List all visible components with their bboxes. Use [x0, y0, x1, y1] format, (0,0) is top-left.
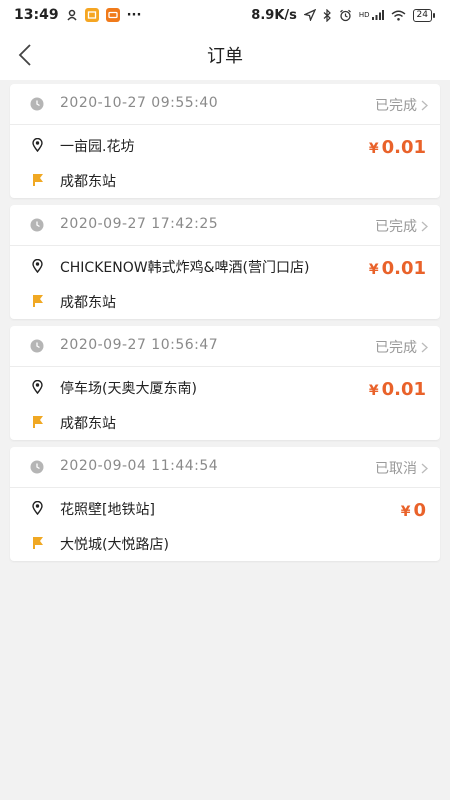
chevron-right-icon	[421, 100, 428, 110]
destination-flag-icon	[33, 295, 43, 307]
order-price: ¥0.01	[369, 379, 426, 400]
signal-icon: HD	[359, 9, 384, 21]
destination-flag-icon	[33, 537, 43, 549]
currency-symbol: ¥	[368, 383, 379, 399]
order-destination: 成都东站	[60, 174, 116, 190]
order-card[interactable]: 2020-09-04 11:44:54 已取消 花照壁[地铁站] 大悦城(大悦路…	[10, 447, 440, 561]
status-time: 13:49	[14, 7, 59, 23]
order-status[interactable]: 已完成	[375, 337, 428, 357]
clock-icon	[30, 97, 44, 111]
order-origin: 停车场(天奥大厦东南)	[60, 381, 197, 397]
order-datetime: 2020-09-04 11:44:54	[60, 458, 219, 474]
order-destination: 大悦城(大悦路店)	[60, 537, 169, 553]
signal-hd-label: HD	[358, 11, 370, 19]
order-origin: 一亩园.花坊	[60, 139, 135, 155]
order-card[interactable]: 2020-10-27 09:55:40 已完成 一亩园.花坊 成都东站 ¥0.0…	[10, 84, 440, 198]
order-status-label: 已取消	[375, 461, 417, 477]
chevron-right-icon	[421, 342, 428, 352]
order-destination: 成都东站	[60, 295, 116, 311]
more-notifications-icon: ···	[126, 7, 142, 23]
wifi-icon	[391, 10, 406, 21]
alarm-icon	[339, 9, 352, 22]
destination-flag-icon	[33, 174, 43, 186]
order-datetime: 2020-10-27 09:55:40	[60, 95, 219, 111]
order-status-label: 已完成	[375, 98, 417, 114]
app-header: 订单	[0, 30, 450, 80]
clock-icon	[30, 339, 44, 353]
chevron-right-icon	[421, 463, 428, 473]
order-amount: 0.01	[381, 258, 426, 279]
app-notification-icon-2	[105, 8, 120, 22]
destination-flag-icon	[33, 416, 43, 428]
person-notification-icon	[66, 9, 78, 21]
order-status[interactable]: 已完成	[375, 95, 428, 115]
order-datetime: 2020-09-27 17:42:25	[60, 216, 219, 232]
chevron-right-icon	[421, 221, 428, 231]
order-card[interactable]: 2020-09-27 10:56:47 已完成 停车场(天奥大厦东南) 成都东站…	[10, 326, 440, 440]
location-pin-icon	[32, 259, 43, 273]
location-pin-icon	[32, 380, 43, 394]
chevron-left-icon	[18, 44, 31, 66]
order-header: 2020-10-27 09:55:40 已完成	[10, 84, 440, 125]
order-status[interactable]: 已完成	[375, 216, 428, 236]
location-pin-icon	[32, 501, 43, 515]
battery-icon: 24	[412, 8, 436, 22]
order-origin: CHICKENOW韩式炸鸡&啤酒(营门口店)	[60, 260, 310, 276]
order-status-label: 已完成	[375, 340, 417, 356]
location-arrow-icon	[303, 9, 316, 21]
order-amount: 0	[413, 500, 426, 521]
status-bar: 13:49 ··· 8.9K/s HD 24	[0, 0, 450, 30]
order-header: 2020-09-27 10:56:47 已完成	[10, 326, 440, 367]
order-status-label: 已完成	[375, 219, 417, 235]
order-datetime: 2020-09-27 10:56:47	[60, 337, 219, 353]
back-button[interactable]	[12, 42, 38, 68]
clock-icon	[30, 460, 44, 474]
order-amount: 0.01	[381, 379, 426, 400]
order-origin: 花照壁[地铁站]	[60, 502, 155, 518]
order-status[interactable]: 已取消	[375, 458, 428, 478]
order-destination: 成都东站	[60, 416, 116, 432]
location-pin-icon	[32, 138, 43, 152]
order-amount: 0.01	[381, 137, 426, 158]
order-price: ¥0.01	[369, 258, 426, 279]
order-card[interactable]: 2020-09-27 17:42:25 已完成 CHICKENOW韩式炸鸡&啤酒…	[10, 205, 440, 319]
order-header: 2020-09-04 11:44:54 已取消	[10, 447, 440, 488]
order-price: ¥0	[401, 500, 426, 521]
currency-symbol: ¥	[368, 262, 379, 278]
currency-symbol: ¥	[368, 141, 379, 157]
network-speed: 8.9K/s	[251, 7, 297, 23]
page-title: 订单	[207, 46, 243, 67]
bluetooth-icon	[323, 8, 332, 22]
clock-icon	[30, 218, 44, 232]
currency-symbol: ¥	[400, 504, 411, 520]
order-header: 2020-09-27 17:42:25 已完成	[10, 205, 440, 246]
order-price: ¥0.01	[369, 137, 426, 158]
app-notification-icon	[84, 8, 99, 22]
